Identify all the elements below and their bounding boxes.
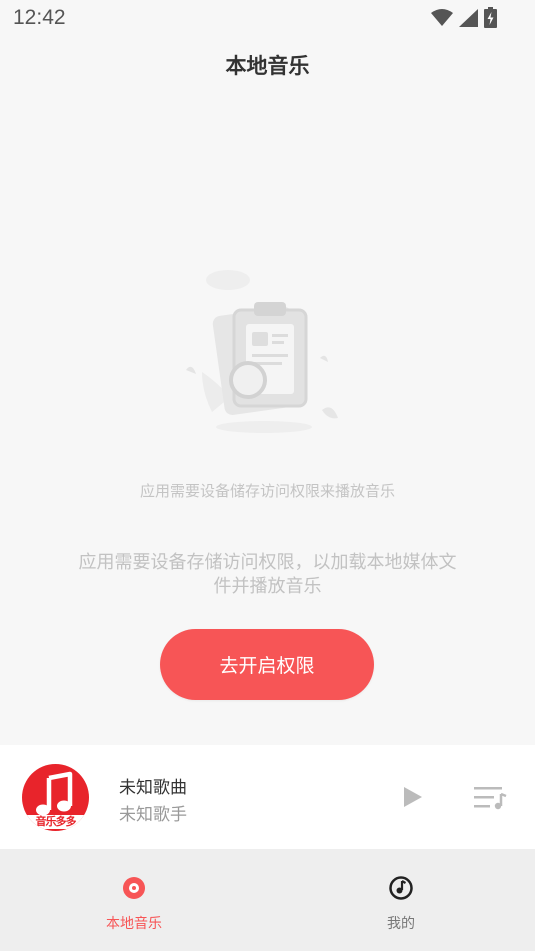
play-icon [404, 787, 422, 807]
empty-state-illustration [172, 262, 352, 442]
playlist-icon [474, 787, 507, 810]
bottom-nav: 本地音乐 我的 [0, 849, 535, 951]
disc-icon [123, 877, 145, 899]
nav-label-mine: 我的 [387, 916, 415, 932]
status-icons [431, 7, 497, 28]
open-permission-button[interactable]: 去开启权限 [160, 629, 374, 700]
status-time: 12:42 [13, 6, 66, 29]
playlist-button[interactable] [472, 784, 508, 812]
music-note-icon [389, 876, 413, 900]
nav-item-local-music[interactable]: 本地音乐 [0, 849, 268, 951]
album-text: 音乐多多 [22, 815, 89, 829]
song-title: 未知歌曲 [119, 778, 187, 798]
status-bar: 12:42 [0, 0, 535, 36]
wifi-icon [431, 8, 453, 26]
nav-item-mine[interactable]: 我的 [267, 849, 535, 951]
song-artist: 未知歌手 [119, 805, 187, 825]
play-button[interactable] [400, 784, 426, 810]
permission-description: 应用需要设备存储访问权限，以加载本地媒体文件并播放音乐 [78, 552, 457, 597]
nav-label-local-music: 本地音乐 [106, 916, 162, 932]
empty-state-caption: 应用需要设备储存访问权限来播放音乐 [139, 482, 395, 500]
album-art[interactable]: 音乐多多 [22, 764, 89, 831]
battery-icon [484, 7, 497, 28]
clipboard-illustration [186, 270, 338, 433]
signal-icon [459, 8, 478, 27]
page-title: 本地音乐 [225, 54, 310, 78]
mini-player[interactable]: 音乐多多 未知歌曲 未知歌手 [0, 745, 535, 849]
